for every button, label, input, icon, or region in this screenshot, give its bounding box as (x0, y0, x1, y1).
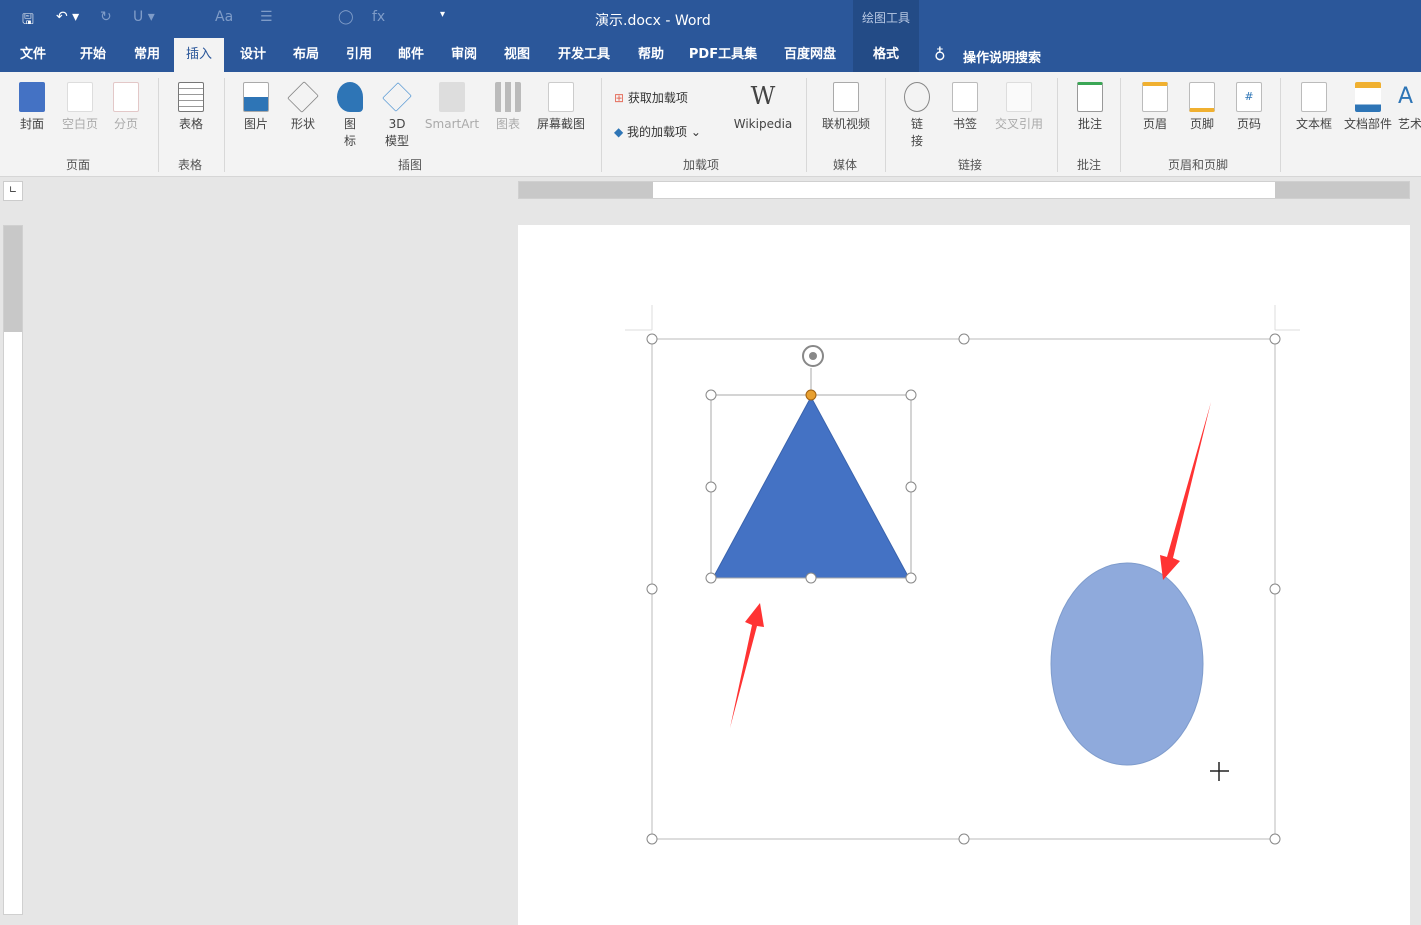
red-arrow-annotation (730, 603, 764, 728)
adjust-handle[interactable] (805, 389, 817, 401)
crosshair-cursor-icon (1210, 762, 1229, 781)
triangle-shape[interactable] (712, 395, 910, 579)
ellipse-shape[interactable] (1050, 562, 1204, 766)
canvas-handles[interactable] (646, 333, 1281, 845)
drawing-canvas (625, 305, 1300, 845)
red-arrow-annotation (1160, 402, 1211, 580)
rotate-handle-icon[interactable] (802, 345, 824, 367)
canvas-frame[interactable] (651, 338, 1276, 840)
